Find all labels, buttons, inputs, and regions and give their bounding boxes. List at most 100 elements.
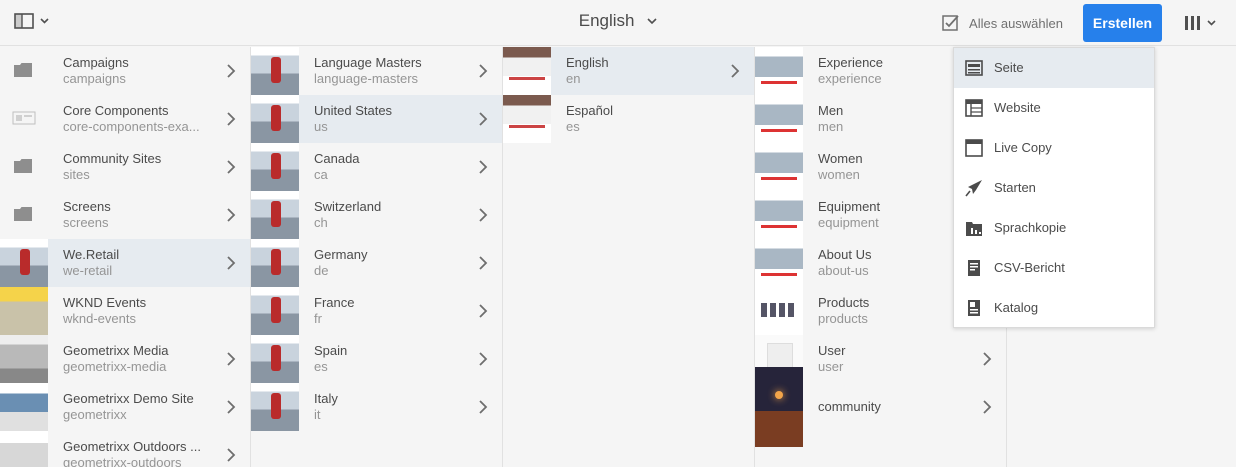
- thumbnail: [251, 95, 299, 143]
- item-title: Geometrixx Demo Site: [63, 391, 194, 406]
- list-item[interactable]: English en: [503, 47, 754, 95]
- chevron-right-icon: [479, 160, 488, 174]
- item-name: we-retail: [63, 263, 113, 278]
- item-title: WKND Events: [63, 295, 147, 310]
- column-view-icon: [1185, 16, 1200, 30]
- list-item[interactable]: France fr: [251, 287, 502, 335]
- menu-item-page[interactable]: Seite: [954, 48, 1154, 88]
- chevron-right-icon: [479, 112, 488, 126]
- thumbnail: [755, 95, 803, 143]
- checkbox-icon: [942, 15, 959, 31]
- item-title: Switzerland: [314, 199, 382, 214]
- list-item[interactable]: Community Sites sites: [0, 143, 250, 191]
- menu-item-launch[interactable]: Starten: [954, 168, 1154, 208]
- chevron-down-icon: [647, 18, 657, 25]
- menu-item-live-copy[interactable]: Live Copy: [954, 128, 1154, 168]
- chevron-right-icon: [227, 64, 236, 78]
- chevron-right-icon: [731, 64, 740, 78]
- live-copy-icon: [965, 139, 983, 157]
- item-name: wknd-events: [63, 311, 136, 326]
- list-item[interactable]: Español es: [503, 95, 754, 143]
- list-item[interactable]: Campaigns campaigns: [0, 47, 250, 95]
- menu-item-language-copy[interactable]: Sprachkopie: [954, 208, 1154, 248]
- item-name: language-masters: [314, 71, 419, 86]
- launch-icon: [965, 180, 982, 197]
- item-name: women: [818, 167, 860, 182]
- item-name: about-us: [818, 263, 869, 278]
- item-title: Equipment: [818, 199, 881, 214]
- item-title: community: [818, 399, 881, 414]
- list-item[interactable]: Language Masters language-masters: [251, 47, 502, 95]
- chevron-right-icon: [227, 256, 236, 270]
- item-name: sites: [63, 167, 90, 182]
- item-name: geometrixx-media: [63, 359, 167, 374]
- menu-item-label: CSV-Bericht: [994, 260, 1065, 275]
- item-name: equipment: [818, 215, 879, 230]
- item-title: Men: [818, 103, 844, 118]
- list-item[interactable]: Switzerland ch: [251, 191, 502, 239]
- list-item[interactable]: Geometrixx Demo Site geometrixx: [0, 383, 250, 431]
- item-title: Italy: [314, 391, 338, 406]
- item-title: Canada: [314, 151, 360, 166]
- menu-item-label: Katalog: [994, 300, 1039, 315]
- item-name: de: [314, 263, 329, 278]
- create-button[interactable]: Erstellen: [1083, 4, 1162, 42]
- menu-item-label: Seite: [994, 60, 1024, 75]
- chevron-right-icon: [479, 208, 488, 222]
- item-name: ch: [314, 215, 328, 230]
- item-name: screens: [63, 215, 109, 230]
- list-item[interactable]: Spain es: [251, 335, 502, 383]
- page-icon: [965, 60, 983, 76]
- item-title: Products: [818, 295, 870, 310]
- thumbnail: [0, 431, 48, 467]
- item-name: es: [566, 119, 580, 134]
- item-title: Germany: [314, 247, 368, 262]
- list-item[interactable]: United States us: [251, 95, 502, 143]
- list-item[interactable]: Germany de: [251, 239, 502, 287]
- menu-item-catalog[interactable]: Katalog: [954, 288, 1154, 328]
- view-switcher[interactable]: [1184, 15, 1216, 31]
- item-name: men: [818, 119, 844, 134]
- item-title: Women: [818, 151, 863, 166]
- list-item[interactable]: WKND Events wknd-events: [0, 287, 250, 335]
- item-name: campaigns: [63, 71, 126, 86]
- thumbnail: [251, 47, 299, 95]
- list-item[interactable]: Italy it: [251, 383, 502, 431]
- item-title: About Us: [818, 247, 872, 262]
- list-item[interactable]: community: [755, 367, 1006, 447]
- thumbnail: [755, 47, 803, 95]
- item-title: Geometrixx Media: [63, 343, 169, 358]
- item-title: Campaigns: [63, 55, 129, 70]
- chevron-right-icon: [479, 64, 488, 78]
- item-name: ca: [314, 167, 328, 182]
- item-title: Spain: [314, 343, 348, 358]
- thumbnail: [251, 143, 299, 191]
- item-title: Experience: [818, 55, 884, 70]
- create-menu: Seite Website Live Copy Starten Sprachko…: [953, 47, 1155, 328]
- item-name: us: [314, 119, 328, 134]
- chevron-right-icon: [227, 160, 236, 174]
- chevron-right-icon: [479, 352, 488, 366]
- item-title: Screens: [63, 199, 111, 214]
- menu-item-csv-report[interactable]: CSV-Bericht: [954, 248, 1154, 288]
- list-item[interactable]: Screens screens: [0, 191, 250, 239]
- language-switcher[interactable]: English: [579, 11, 658, 30]
- top-bar: English Alles auswählen Erstellen: [0, 0, 1236, 46]
- list-item[interactable]: Canada ca: [251, 143, 502, 191]
- select-all-button[interactable]: Alles auswählen: [942, 14, 1063, 32]
- thumbnail: [755, 239, 803, 287]
- item-name: experience: [818, 71, 882, 86]
- menu-item-website[interactable]: Website: [954, 88, 1154, 128]
- chevron-right-icon: [227, 208, 236, 222]
- component-icon: [12, 111, 36, 125]
- list-item[interactable]: Geometrixx Outdoors ... geometrixx-outdoo…: [0, 431, 250, 467]
- item-title: Language Masters: [314, 55, 422, 70]
- csv-report-icon: [968, 260, 980, 276]
- list-item[interactable]: Core Components core-components-exa...: [0, 95, 250, 143]
- chevron-right-icon: [479, 400, 488, 414]
- list-item[interactable]: We.Retail we-retail: [0, 239, 250, 287]
- item-name: geometrixx: [63, 407, 127, 422]
- list-item[interactable]: Geometrixx Media geometrixx-media: [0, 335, 250, 383]
- thumbnail: [0, 239, 48, 287]
- item-name: geometrixx-outdoors: [63, 455, 182, 467]
